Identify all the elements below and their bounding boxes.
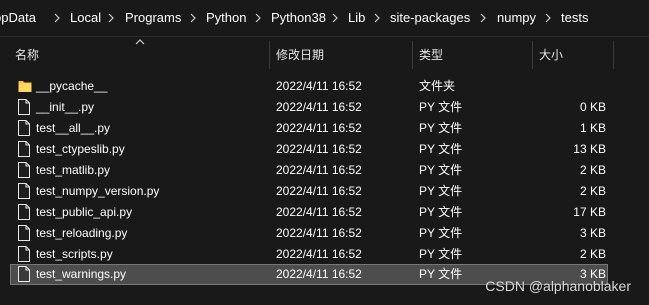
- list-item[interactable]: test_scripts.py 2022/4/11 16:52 PY 文件 2 …: [10, 244, 608, 265]
- chevron-right-icon[interactable]: [371, 11, 383, 25]
- file-icon: [18, 266, 30, 282]
- column-header-size[interactable]: 大小: [539, 48, 563, 62]
- file-size: 2 KB: [579, 184, 606, 198]
- chevron-right-icon[interactable]: [542, 11, 554, 25]
- file-icon: [18, 225, 30, 241]
- file-date: 2022/4/11 16:52: [276, 247, 362, 261]
- column-header-name[interactable]: 名称: [15, 48, 39, 62]
- file-name: __pycache__: [36, 79, 108, 93]
- file-date: 2022/4/11 16:52: [276, 184, 362, 198]
- file-explorer: ppData Local Programs Python Python38 Li…: [0, 0, 649, 305]
- file-icon: [18, 246, 30, 262]
- file-size: 13 KB: [573, 142, 606, 156]
- file-name: test__all__.py: [36, 121, 111, 135]
- file-size: 0 KB: [579, 100, 606, 114]
- column-divider[interactable]: [613, 41, 614, 69]
- file-type: PY 文件: [419, 184, 463, 198]
- file-icon: [18, 183, 30, 199]
- file-name: test_public_api.py: [36, 205, 133, 219]
- list-item[interactable]: __init__.py 2022/4/11 16:52 PY 文件 0 KB: [10, 97, 608, 118]
- folder-icon: [18, 78, 32, 94]
- column-divider[interactable]: [412, 41, 413, 69]
- column-divider[interactable]: [269, 41, 270, 69]
- file-date: 2022/4/11 16:52: [276, 79, 362, 93]
- file-type: PY 文件: [419, 247, 463, 261]
- chevron-right-icon[interactable]: [187, 11, 199, 25]
- file-size: 2 KB: [579, 247, 606, 261]
- file-date: 2022/4/11 16:52: [276, 142, 362, 156]
- file-type: PY 文件: [419, 205, 463, 219]
- file-size: 17 KB: [573, 205, 606, 219]
- column-header: 名称 修改日期 类型 大小: [0, 36, 649, 74]
- breadcrumb-item-current[interactable]: tests: [561, 10, 588, 26]
- breadcrumb-item[interactable]: Python38: [271, 10, 326, 26]
- file-date: 2022/4/11 16:52: [276, 121, 362, 135]
- breadcrumb-item[interactable]: site-packages: [390, 10, 470, 26]
- file-size: 3 KB: [579, 226, 606, 240]
- sort-ascending-icon: [134, 36, 146, 46]
- file-name: __init__.py: [36, 100, 95, 114]
- file-type: PY 文件: [419, 100, 463, 114]
- breadcrumb-item[interactable]: Local: [70, 10, 101, 26]
- file-size: 2 KB: [579, 163, 606, 177]
- file-type: PY 文件: [419, 121, 463, 135]
- file-date: 2022/4/11 16:52: [276, 100, 362, 114]
- chevron-right-icon[interactable]: [252, 11, 264, 25]
- file-type: 文件夹: [419, 79, 456, 93]
- file-date: 2022/4/11 16:52: [276, 163, 362, 177]
- file-name: test_numpy_version.py: [36, 184, 160, 198]
- file-name: test_matlib.py: [36, 163, 111, 177]
- list-item[interactable]: test__all__.py 2022/4/11 16:52 PY 文件 1 K…: [10, 118, 608, 139]
- breadcrumb-item[interactable]: Lib: [348, 10, 365, 26]
- breadcrumb-item[interactable]: Python: [206, 10, 246, 26]
- list-item[interactable]: test_numpy_version.py 2022/4/11 16:52 PY…: [10, 181, 608, 202]
- column-header-date[interactable]: 修改日期: [276, 48, 324, 62]
- file-name: test_ctypeslib.py: [36, 142, 125, 156]
- file-type: PY 文件: [419, 226, 463, 240]
- list-item[interactable]: test_matlib.py 2022/4/11 16:52 PY 文件 2 K…: [10, 160, 608, 181]
- file-icon: [18, 141, 30, 157]
- breadcrumb-item[interactable]: Programs: [125, 10, 181, 26]
- list-item[interactable]: test_ctypeslib.py 2022/4/11 16:52 PY 文件 …: [10, 139, 608, 160]
- file-type: PY 文件: [419, 267, 463, 281]
- chevron-right-icon[interactable]: [329, 11, 341, 25]
- list-item[interactable]: __pycache__ 2022/4/11 16:52 文件夹: [10, 76, 608, 97]
- file-type: PY 文件: [419, 142, 463, 156]
- file-icon: [18, 204, 30, 220]
- breadcrumb: ppData Local Programs Python Python38 Li…: [0, 0, 649, 37]
- chevron-right-icon[interactable]: [477, 11, 489, 25]
- chevron-right-icon[interactable]: [105, 11, 117, 25]
- file-date: 2022/4/11 16:52: [276, 226, 362, 240]
- column-header-type[interactable]: 类型: [419, 48, 443, 62]
- watermark: CSDN @alphanoblaker: [485, 278, 631, 294]
- file-type: PY 文件: [419, 163, 463, 177]
- column-divider[interactable]: [532, 41, 533, 69]
- file-icon: [18, 99, 30, 115]
- chevron-right-icon[interactable]: [51, 11, 63, 25]
- file-date: 2022/4/11 16:52: [276, 205, 362, 219]
- file-name: test_warnings.py: [36, 267, 127, 281]
- file-icon: [18, 162, 30, 178]
- file-name: test_reloading.py: [36, 226, 128, 240]
- file-name: test_scripts.py: [36, 247, 113, 261]
- file-icon: [18, 120, 30, 136]
- file-size: 1 KB: [579, 121, 606, 135]
- breadcrumb-item[interactable]: numpy: [497, 10, 536, 26]
- list-item[interactable]: test_reloading.py 2022/4/11 16:52 PY 文件 …: [10, 223, 608, 244]
- list-item[interactable]: test_public_api.py 2022/4/11 16:52 PY 文件…: [10, 202, 608, 223]
- breadcrumb-item[interactable]: ppData: [0, 10, 36, 26]
- file-date: 2022/4/11 16:52: [276, 267, 362, 281]
